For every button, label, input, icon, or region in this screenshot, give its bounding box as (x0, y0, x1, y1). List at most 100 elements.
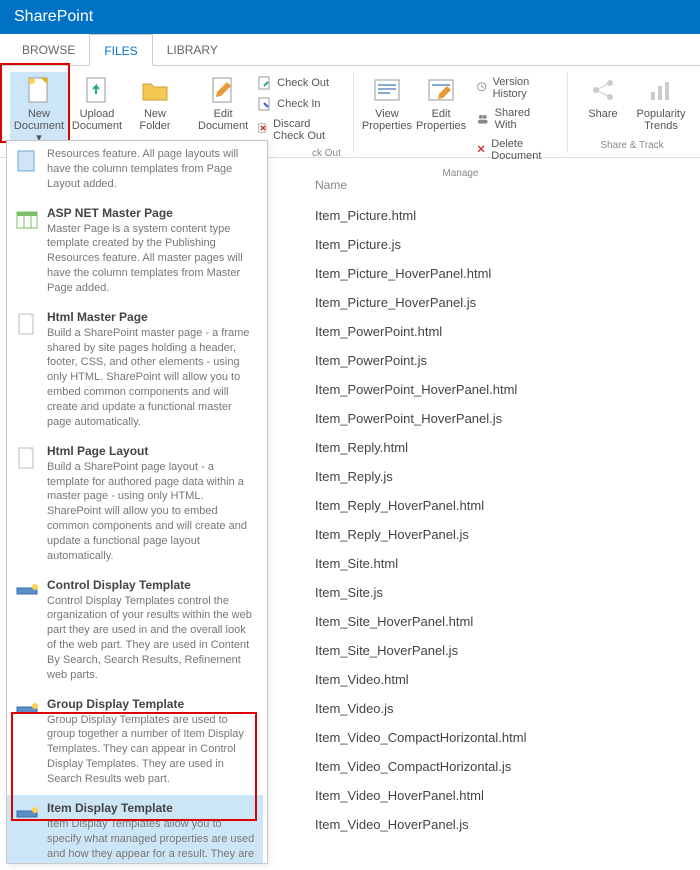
checkin-icon (258, 97, 272, 111)
dropdown-item-desc: Build a SharePoint page layout - a templ… (47, 460, 255, 564)
dropdown-item[interactable]: Html Master Page Build a SharePoint maste… (7, 304, 263, 438)
delete-icon (476, 143, 486, 157)
upload-document-label: Upload Document (70, 108, 124, 132)
dropdown-item[interactable]: Item Display Template Item Display Templa… (7, 795, 263, 863)
column-header-name[interactable]: Name (315, 178, 692, 192)
upload-icon (81, 74, 113, 106)
dropdown-item[interactable]: Html Page Layout Build a SharePoint page … (7, 438, 263, 572)
file-item[interactable]: Item_PowerPoint_HoverPanel.js (315, 411, 692, 426)
popularity-trends-label: Popularity Trends (634, 108, 688, 132)
app-title: SharePoint (14, 8, 93, 25)
trends-icon (645, 74, 677, 106)
new-document-label: New Document ▾ (12, 108, 66, 144)
template-icon (15, 312, 39, 336)
file-item[interactable]: Item_Video_CompactHorizontal.js (315, 759, 692, 774)
dropdown-item-desc: Control Display Templates control the or… (47, 594, 255, 683)
dropdown-scroll[interactable]: Resources feature. All page layouts will… (7, 141, 267, 863)
new-folder-label: New Folder (128, 108, 182, 132)
suite-bar: SharePoint (0, 0, 700, 34)
dropdown-item-title: Html Page Layout (47, 444, 255, 458)
new-document-button[interactable]: New Document ▾ (10, 72, 68, 144)
file-item[interactable]: Item_Reply_HoverPanel.html (315, 498, 692, 513)
file-item[interactable]: Item_Reply_HoverPanel.js (315, 527, 692, 542)
file-item[interactable]: Item_Picture_HoverPanel.html (315, 266, 692, 281)
share-label: Share (588, 108, 617, 120)
template-icon (15, 580, 39, 604)
version-history-button[interactable]: Version History (472, 74, 557, 102)
version-history-label: Version History (493, 76, 553, 100)
discard-icon (258, 123, 268, 137)
properties-edit-icon (425, 74, 457, 106)
ribbon-group-label-open: ck Out (312, 146, 341, 161)
template-icon (15, 803, 39, 827)
check-in-button[interactable]: Check In (254, 95, 343, 113)
new-document-icon (23, 74, 55, 106)
edit-icon (207, 74, 239, 106)
dropdown-item-title: ASP NET Master Page (47, 206, 255, 220)
tab-browse[interactable]: BROWSE (8, 34, 89, 65)
dropdown-item[interactable]: Control Display Template Control Display … (7, 572, 263, 691)
folder-icon (139, 74, 171, 106)
edit-document-label: Edit Document (198, 108, 248, 132)
new-folder-button[interactable]: New Folder (126, 72, 184, 144)
people-icon (476, 112, 490, 126)
file-item[interactable]: Item_Reply.js (315, 469, 692, 484)
file-item[interactable]: Item_Site_HoverPanel.js (315, 643, 692, 658)
edit-document-button[interactable]: Edit Document (196, 72, 250, 146)
dropdown-item[interactable]: ASP NET Master Page Master Page is a syst… (7, 200, 263, 304)
share-icon (587, 74, 619, 106)
delete-document-label: Delete Document (491, 138, 553, 162)
view-properties-button[interactable]: View Properties (360, 72, 414, 166)
tab-files[interactable]: FILES (89, 34, 152, 66)
dropdown-item-title: Item Display Template (47, 801, 255, 815)
file-item[interactable]: Item_Picture.js (315, 237, 692, 252)
shared-with-label: Shared With (495, 107, 553, 131)
properties-view-icon (371, 74, 403, 106)
history-icon (476, 81, 487, 95)
file-item[interactable]: Item_Video_CompactHorizontal.html (315, 730, 692, 745)
share-button[interactable]: Share (574, 72, 632, 132)
view-properties-label: View Properties (362, 108, 412, 132)
file-item[interactable]: Item_Video.html (315, 672, 692, 687)
new-document-dropdown: Resources feature. All page layouts will… (6, 140, 268, 864)
file-item[interactable]: Item_PowerPoint_HoverPanel.html (315, 382, 692, 397)
dropdown-item-desc: Master Page is a system content type tem… (47, 222, 255, 296)
file-item[interactable]: Item_Site.js (315, 585, 692, 600)
template-icon (15, 446, 39, 470)
file-item[interactable]: Item_Picture_HoverPanel.js (315, 295, 692, 310)
file-item[interactable]: Item_Video.js (315, 701, 692, 716)
dropdown-item-desc: Build a SharePoint master page - a frame… (47, 326, 255, 430)
ribbon-tabstrip: BROWSE FILES LIBRARY (0, 34, 700, 66)
shared-with-button[interactable]: Shared With (472, 105, 557, 133)
edit-properties-label: Edit Properties (416, 108, 466, 132)
file-item[interactable]: Item_Reply.html (315, 440, 692, 455)
checkout-icon (258, 76, 272, 90)
discard-label: Discard Check Out (273, 118, 339, 142)
check-in-label: Check In (277, 98, 320, 110)
dropdown-item-title: Html Master Page (47, 310, 255, 324)
edit-properties-button[interactable]: Edit Properties (414, 72, 468, 166)
template-icon (15, 149, 39, 173)
dropdown-item-desc: Item Display Templates allow you to spec… (47, 817, 255, 863)
file-item[interactable]: Item_PowerPoint.js (315, 353, 692, 368)
dropdown-item[interactable]: Group Display TemplateGroup Display Temp… (7, 691, 263, 795)
check-out-label: Check Out (277, 77, 329, 89)
template-icon (15, 208, 39, 232)
file-item[interactable]: Item_Picture.html (315, 208, 692, 223)
popularity-trends-button[interactable]: Popularity Trends (632, 72, 690, 132)
dropdown-item[interactable]: Resources feature. All page layouts will… (7, 141, 263, 200)
file-item[interactable]: Item_Site.html (315, 556, 692, 571)
file-list: Item_Picture.html Item_Picture.js Item_Pic… (295, 208, 692, 832)
dropdown-item-desc: Resources feature. All page layouts will… (47, 147, 255, 192)
file-item[interactable]: Item_Site_HoverPanel.html (315, 614, 692, 629)
ribbon-group-label-share: Share & Track (600, 138, 663, 153)
library-contents: Name Item_Picture.htmlItem_Picture.jsIte… (295, 160, 692, 846)
file-item[interactable]: Item_PowerPoint.html (315, 324, 692, 339)
dropdown-item-title: Control Display Template (47, 578, 255, 592)
tab-library[interactable]: LIBRARY (153, 34, 232, 65)
file-item[interactable]: Item_Video_HoverPanel.html (315, 788, 692, 803)
file-item[interactable]: Item_Video_HoverPanel.js (315, 817, 692, 832)
upload-document-button[interactable]: Upload Document (68, 72, 126, 144)
check-out-button[interactable]: Check Out (254, 74, 343, 92)
template-icon (15, 699, 39, 723)
